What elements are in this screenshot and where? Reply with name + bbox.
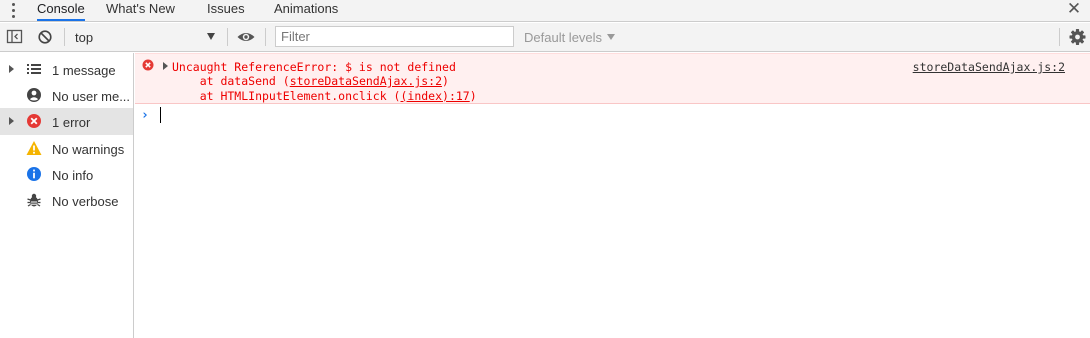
sidebar-item-messages[interactable]: 1 message xyxy=(0,56,133,83)
close-icon[interactable]: ✕ xyxy=(1066,0,1082,19)
console-toolbar: top Default levels xyxy=(0,23,1090,52)
info-icon xyxy=(27,167,41,181)
stack-frame-suffix: ) xyxy=(442,74,449,88)
stack-frame: at HTMLInputElement.onclick ((index):17) xyxy=(172,89,477,103)
user-icon xyxy=(27,88,41,102)
console-sidebar: 1 message No user me... 1 error No warni… xyxy=(0,53,134,338)
more-tabs-icon[interactable] xyxy=(8,2,18,20)
filter-input[interactable] xyxy=(275,26,514,47)
list-icon xyxy=(27,64,41,74)
sidebar-item-label: No verbose xyxy=(52,194,119,209)
stack-frame-prefix: at HTMLInputElement.onclick ( xyxy=(172,89,401,103)
sidebar-item-warnings[interactable]: No warnings xyxy=(0,135,133,162)
stack-frame-link[interactable]: (index):17 xyxy=(400,89,469,103)
clear-console-icon[interactable] xyxy=(37,28,53,46)
tab-issues[interactable]: Issues xyxy=(207,0,245,21)
stack-frame: at dataSend (storeDataSendAjax.js:2) xyxy=(172,74,449,88)
expand-arrow-icon[interactable] xyxy=(9,117,14,125)
expand-arrow-icon[interactable] xyxy=(9,65,14,73)
stack-frame-link[interactable]: storeDataSendAjax.js:2 xyxy=(290,74,442,88)
sidebar-item-label: No user me... xyxy=(52,89,131,104)
devtools-tab-bar: Console What's New Issues Animations ✕ xyxy=(0,0,1090,22)
sidebar-item-label: No warnings xyxy=(52,142,125,157)
expand-arrow-icon[interactable] xyxy=(163,62,168,70)
console-error-message: Uncaught ReferenceError: $ is not define… xyxy=(135,53,1090,104)
bug-icon xyxy=(27,193,41,207)
error-icon xyxy=(27,114,41,128)
sidebar-toggle-icon[interactable] xyxy=(6,28,23,46)
stack-frame-suffix: ) xyxy=(469,89,477,103)
error-text: Uncaught ReferenceError: $ is not define… xyxy=(172,60,456,74)
chevron-down-icon[interactable] xyxy=(607,34,615,40)
sidebar-item-label: 1 error xyxy=(52,115,91,130)
tab-console[interactable]: Console xyxy=(37,0,85,21)
log-levels-dropdown[interactable]: Default levels xyxy=(524,30,602,45)
toolbar-divider xyxy=(227,28,228,46)
warning-icon xyxy=(26,141,42,155)
tab-animations[interactable]: Animations xyxy=(274,0,338,21)
toolbar-divider xyxy=(64,28,65,46)
sidebar-item-info[interactable]: No info xyxy=(0,161,133,188)
gear-icon[interactable] xyxy=(1069,28,1086,46)
eye-icon[interactable] xyxy=(236,28,256,46)
sidebar-item-user-messages[interactable]: No user me... xyxy=(0,82,133,109)
chevron-down-icon[interactable] xyxy=(207,33,215,40)
stack-frame-prefix: at dataSend ( xyxy=(172,74,290,88)
sidebar-item-label: 1 message xyxy=(52,63,116,78)
toolbar-divider xyxy=(1059,28,1060,46)
sidebar-item-errors[interactable]: 1 error xyxy=(0,108,133,135)
sidebar-item-verbose[interactable]: No verbose xyxy=(0,187,133,214)
context-selector[interactable]: top xyxy=(75,30,93,45)
sidebar-item-label: No info xyxy=(52,168,94,183)
prompt-chevron-icon: › xyxy=(141,108,149,123)
source-link[interactable]: storeDataSendAjax.js:2 xyxy=(913,60,1065,74)
error-icon xyxy=(142,59,154,71)
console-input-caret[interactable] xyxy=(160,107,161,123)
toolbar-divider xyxy=(265,28,266,46)
tab-whats-new[interactable]: What's New xyxy=(106,0,175,21)
